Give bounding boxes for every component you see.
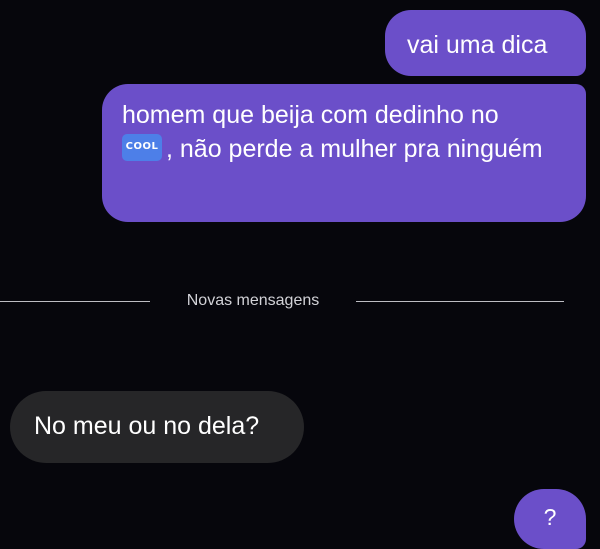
message-text: vai uma dica (407, 31, 548, 59)
message-text: homem que beija com dedinho no (122, 101, 499, 129)
cool-button-emoji-icon: COOL (122, 134, 162, 161)
new-messages-divider: Novas mensagens (0, 289, 600, 313)
received-message-bubble[interactable]: No meu ou no dela? (10, 391, 304, 463)
sent-message-bubble[interactable]: vai uma dica (385, 10, 586, 76)
message-text: ? (543, 504, 557, 530)
divider-label: Novas mensagens (186, 292, 320, 309)
message-text-continued: , não perde a mulher pra ninguém (166, 135, 543, 163)
emoji-label: COOL (125, 141, 159, 152)
chat-thread: vai uma dica homem que beija com dedinho… (0, 0, 600, 549)
message-text: No meu ou no dela? (34, 412, 260, 440)
divider-line-left (0, 301, 150, 302)
sent-message-bubble[interactable]: homem que beija com dedinho no COOL , não… (102, 84, 586, 222)
divider-line-right (356, 301, 564, 302)
sent-message-bubble[interactable]: ? (514, 489, 586, 549)
